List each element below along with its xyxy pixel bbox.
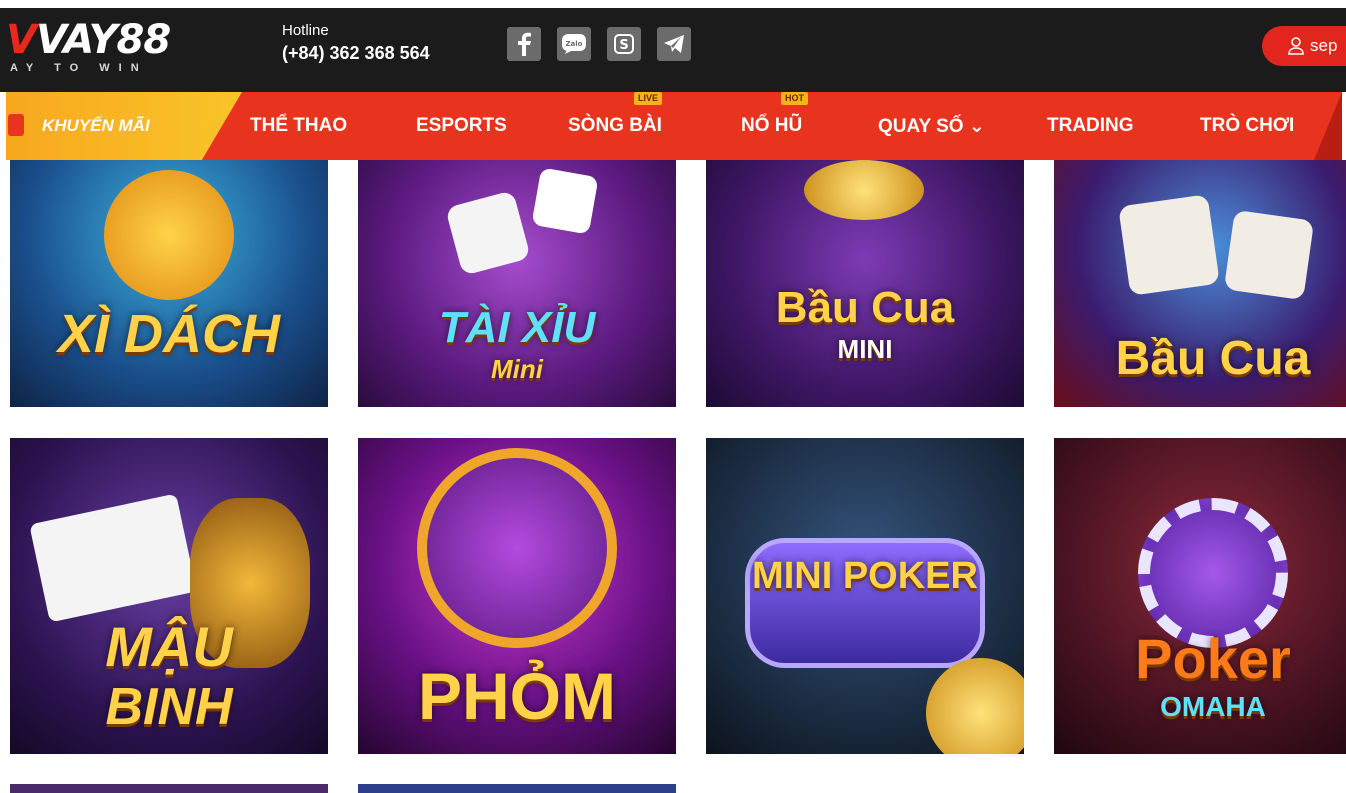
nav-item-label: QUAY SỐ ⌄ (878, 115, 985, 137)
game-title: Bầu Cua (775, 282, 955, 332)
game-title-block: Poker OMAHA (1135, 631, 1291, 721)
game-title-block: MẬU BINH (105, 619, 233, 736)
gift-icon (8, 114, 24, 136)
nav-item-label: NỔ HŨ (741, 115, 803, 136)
cards-art (29, 493, 197, 623)
main-nav: KHUYẾN MÃI THỂ THAO ESPORTS LIVE SÒNG BÀ… (6, 92, 1342, 160)
nav-item-sports[interactable]: THỂ THAO (250, 92, 347, 160)
top-strip (0, 0, 1346, 8)
nav-item-slots[interactable]: HOT NỔ HŨ (741, 92, 808, 160)
game-title-block: TÀI XỈU Mini (438, 302, 596, 384)
nav-item-lottery[interactable]: QUAY SỐ ⌄ (878, 92, 985, 160)
nav-item-label: TRADING (1047, 115, 1134, 136)
nav-item-esports[interactable]: ESPORTS (416, 92, 507, 160)
game-tile-mau-binh[interactable]: MẬU BINH (10, 438, 328, 754)
game-tile-bau-cua[interactable]: Bầu Cua (1054, 160, 1346, 407)
game-title-block: Bầu Cua MINI (775, 282, 955, 364)
social-links: Zalo S (507, 27, 691, 61)
game-title: PHỎM (418, 659, 616, 733)
nav-item-label: TRÒ CHƠI (1200, 115, 1295, 136)
logo-tagline: AY TO WIN (10, 62, 148, 74)
game-tile-mini-poker[interactable]: MINI POKER (706, 438, 1024, 754)
game-title: MINI POKER (752, 555, 978, 597)
user-icon (1288, 37, 1304, 55)
logo-wordmark: VVAY88 (6, 17, 171, 63)
game-title: MẬU (105, 615, 233, 678)
game-tile-xi-dach[interactable]: XÌ DÁCH (10, 160, 328, 407)
hot-badge: HOT (781, 92, 808, 105)
login-button[interactable]: sep (1262, 26, 1346, 66)
game-title: TÀI XỈU (438, 302, 596, 352)
chip-ring-art (417, 448, 617, 648)
logo-text: VAY88 (35, 17, 171, 63)
site-logo[interactable]: VVAY88 AY TO WIN (6, 18, 196, 80)
game-title: Poker (1135, 627, 1291, 690)
hotline-block: Hotline (+84) 362 368 564 (282, 22, 430, 66)
login-label: sep (1310, 36, 1338, 55)
live-badge: LIVE (634, 92, 663, 105)
dice-art (445, 190, 531, 276)
top-header: VVAY88 AY TO WIN Hotline (+84) 362 368 5… (0, 0, 1346, 92)
game-tile-tai-xiu[interactable]: TÀI XỈU Mini (358, 160, 676, 407)
svg-text:S: S (619, 38, 628, 53)
nav-item-trading[interactable]: TRADING (1047, 92, 1134, 160)
nav-item-label: SÒNG BÀI (568, 115, 662, 136)
nav-item-casino[interactable]: LIVE SÒNG BÀI (568, 92, 663, 160)
coin-art (804, 160, 924, 220)
game-subtitle: BINH (105, 678, 233, 736)
game-title: XÌ DÁCH (57, 303, 280, 364)
facebook-icon[interactable] (507, 27, 541, 61)
nav-item-promotions[interactable]: KHUYẾN MÃI (6, 92, 242, 160)
skype-icon[interactable]: S (607, 27, 641, 61)
game-tile-partial[interactable] (358, 784, 676, 793)
game-tile-poker-omaha[interactable]: Poker OMAHA (1054, 438, 1346, 754)
hotline-number[interactable]: (+84) 362 368 564 (282, 40, 430, 66)
nav-item-label: THỂ THAO (250, 115, 348, 136)
hotline-label: Hotline (282, 22, 329, 39)
telegram-icon[interactable] (657, 27, 691, 61)
zalo-icon[interactable]: Zalo (557, 27, 591, 61)
game-tile-bau-cua-mini[interactable]: Bầu Cua MINI (706, 160, 1024, 407)
game-title: Bầu Cua (1115, 331, 1311, 385)
dice-art (1118, 194, 1220, 296)
dice-art (1223, 209, 1315, 301)
game-subtitle: Mini (490, 353, 543, 384)
game-tile-phom[interactable]: PHỎM (358, 438, 676, 754)
poker-chip-art (1138, 498, 1288, 648)
game-tile-partial[interactable] (10, 784, 328, 793)
mascot-art (104, 170, 234, 300)
svg-text:Zalo: Zalo (565, 40, 582, 48)
dice-art (531, 167, 599, 235)
game-subtitle: OMAHA (1160, 691, 1266, 722)
nav-item-label: ESPORTS (416, 115, 507, 136)
nav-edge (1314, 92, 1342, 160)
nav-item-games[interactable]: TRÒ CHƠI (1200, 92, 1294, 160)
game-subtitle: MINI (837, 333, 893, 364)
nav-promo-label: KHUYẾN MÃI (42, 116, 150, 135)
coin-art (926, 658, 1024, 754)
